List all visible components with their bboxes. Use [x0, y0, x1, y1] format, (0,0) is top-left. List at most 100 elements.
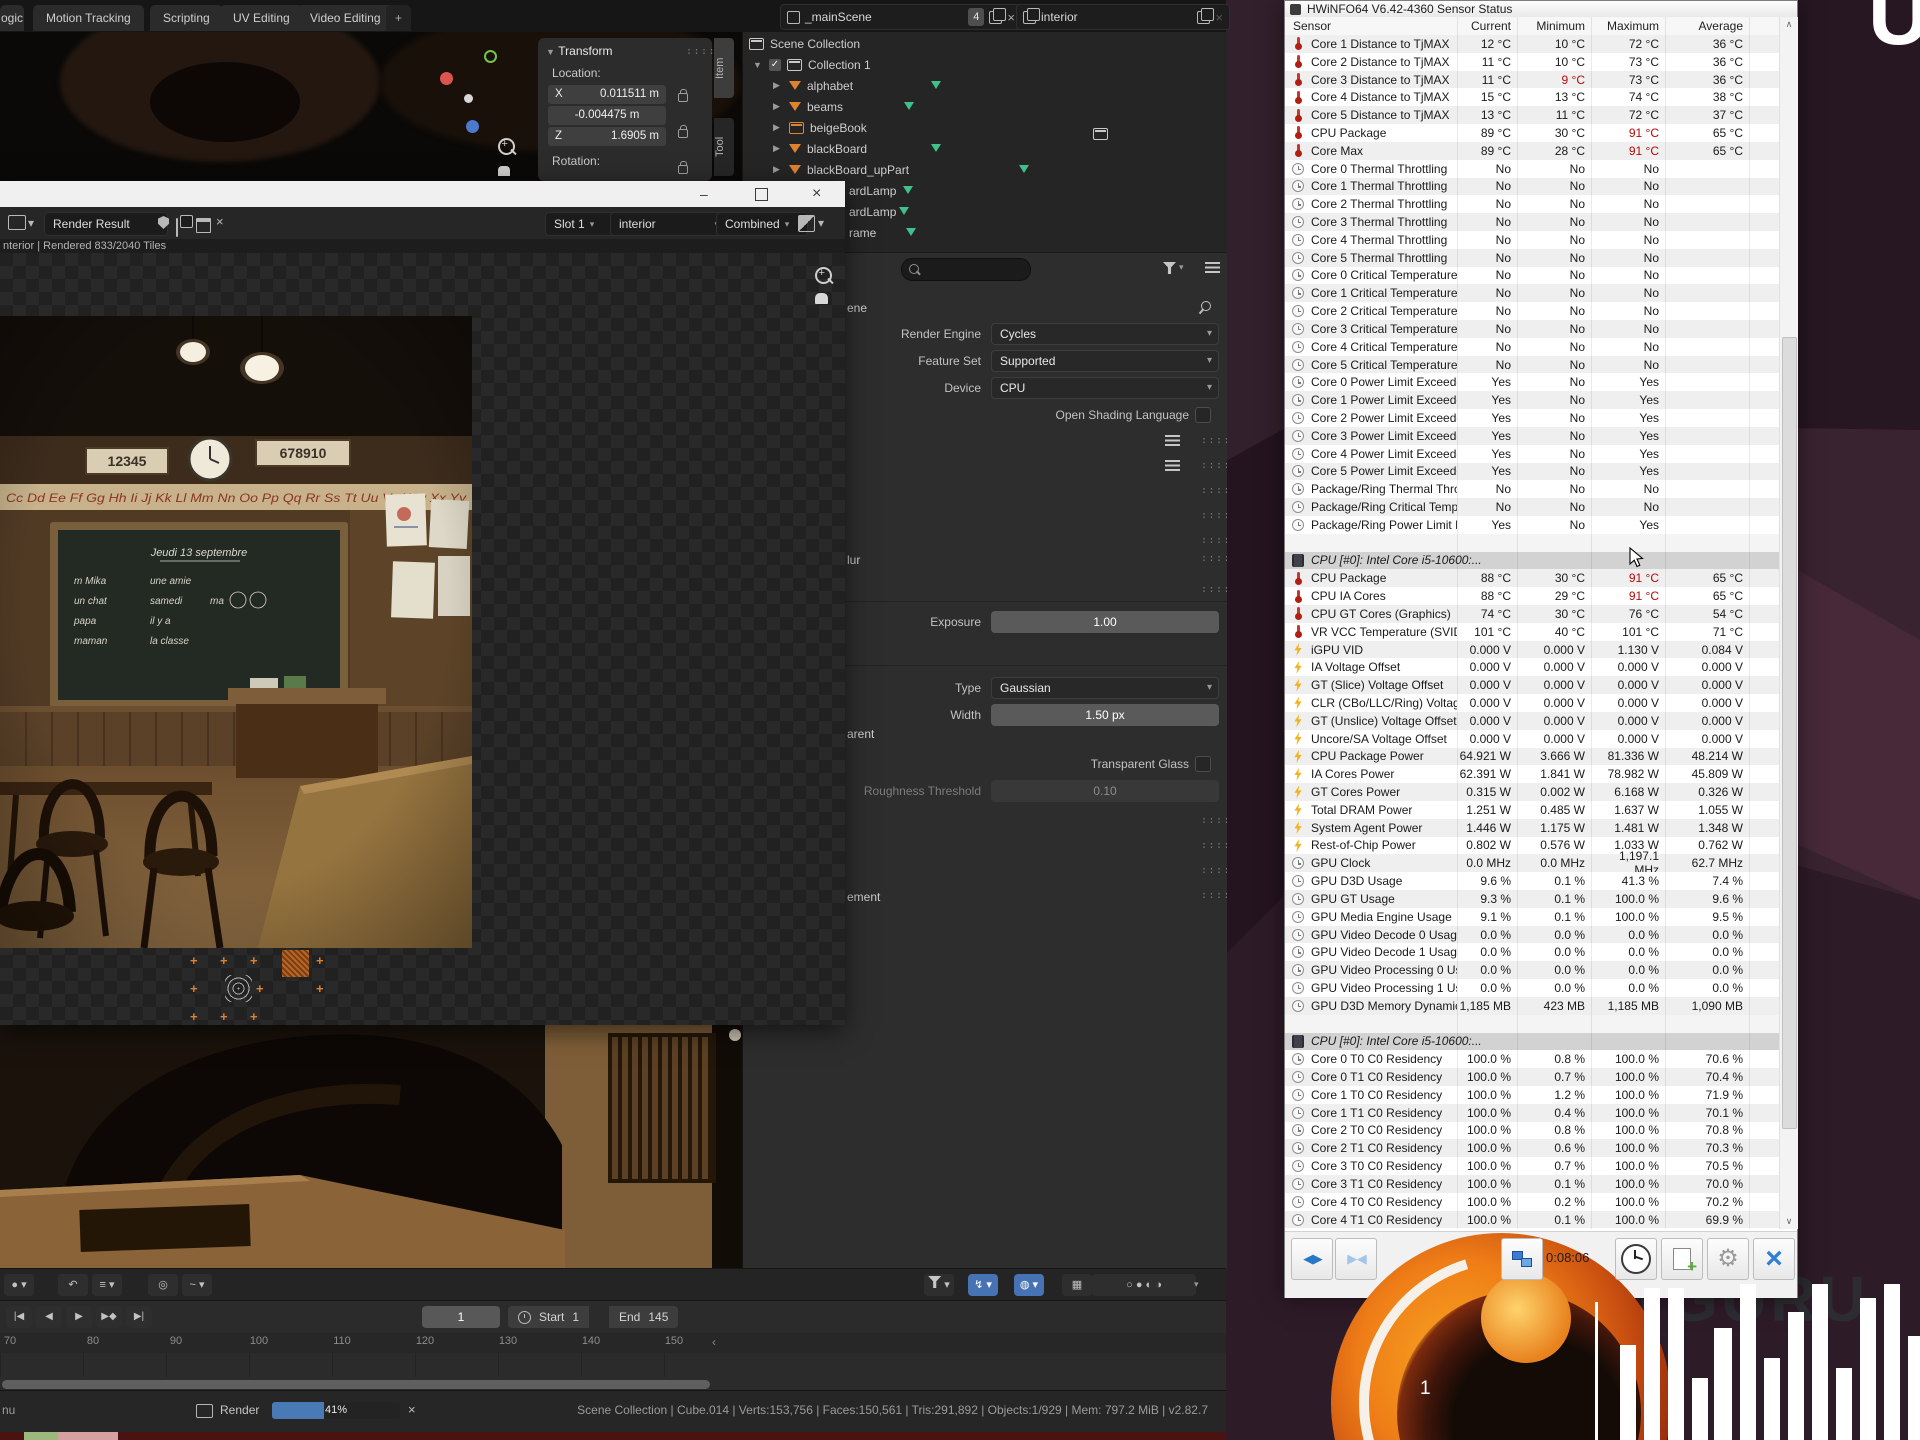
- outliner-row-blackboard-uppart[interactable]: ▶blackBoard_upPart: [743, 159, 1227, 180]
- sensor-row[interactable]: Core 4 Distance to TjMAX15 °C13 °C74 °C3…: [1285, 88, 1779, 106]
- sensor-row[interactable]: Core 4 Critical TemperatureNoNoNo: [1285, 338, 1779, 356]
- close-button[interactable]: ×: [812, 185, 821, 203]
- sensor-row[interactable]: GPU Video Processing 1 Usage0.0 %0.0 %0.…: [1285, 979, 1779, 997]
- sensor-row[interactable]: System Agent Power1.446 W1.175 W1.481 W1…: [1285, 819, 1779, 837]
- panel-grip-icon[interactable]: ::::: [1201, 435, 1227, 446]
- col-minimum[interactable]: Minimum: [1517, 19, 1591, 33]
- pin-icon[interactable]: [1199, 299, 1213, 313]
- playback-play[interactable]: ▶: [66, 1306, 92, 1328]
- add-workspace-button[interactable]: +: [386, 5, 411, 31]
- sensor-row[interactable]: Core 1 Thermal ThrottlingNoNoNo: [1285, 178, 1779, 196]
- unlink-scene-icon[interactable]: ×: [1007, 10, 1015, 25]
- sensor-row[interactable]: Core 5 Power Limit ExceededYesNoYes: [1285, 463, 1779, 481]
- sensor-row[interactable]: GPU Video Decode 0 Usage0.0 %0.0 %0.0 %0…: [1285, 926, 1779, 944]
- sensor-row[interactable]: GPU D3D Usage9.6 %0.1 %41.3 %7.4 %: [1285, 872, 1779, 890]
- render-pass-dropdown[interactable]: Combined▾: [716, 212, 808, 236]
- sensor-row[interactable]: GT (Slice) Voltage Offset0.000 V0.000 V0…: [1285, 676, 1779, 694]
- shading-dropdown-icon[interactable]: ▾: [1194, 1279, 1199, 1290]
- playback-jump-start[interactable]: |◀: [6, 1306, 32, 1328]
- col-sensor[interactable]: Sensor: [1285, 19, 1457, 33]
- panel-grip-icon[interactable]: ::::: [686, 46, 716, 57]
- viewport-pan-hand-icon[interactable]: [498, 166, 510, 176]
- new-scene-icon[interactable]: [989, 11, 1002, 24]
- sensor-row[interactable]: GPU D3D Memory Dynamic1,185 MB423 MB1,18…: [1285, 997, 1779, 1015]
- sensor-row[interactable]: Core 0 T0 C0 Residency100.0 %0.8 %100.0 …: [1285, 1050, 1779, 1068]
- sensor-row[interactable]: Uncore/SA Voltage Offset0.000 V0.000 V0.…: [1285, 730, 1779, 748]
- properties-options-icon[interactable]: [1205, 262, 1220, 273]
- remove-layer-icon[interactable]: ×: [1215, 10, 1223, 25]
- maximize-button[interactable]: [755, 188, 768, 201]
- panel-grip-icon[interactable]: ::::: [1201, 840, 1227, 851]
- feature-set-dropdown[interactable]: Supported▾: [991, 350, 1219, 372]
- sensor-row[interactable]: Core 1 T0 C0 Residency100.0 %1.2 %100.0 …: [1285, 1086, 1779, 1104]
- visibility-checkbox[interactable]: ✓: [769, 59, 781, 71]
- osl-checkbox[interactable]: [1195, 407, 1211, 423]
- sensor-row[interactable]: Core 3 Distance to TjMAX11 °C9 °C73 °C36…: [1285, 71, 1779, 89]
- outliner-row-beams[interactable]: ▶beams: [743, 96, 1227, 117]
- sensor-row[interactable]: Core 2 T0 C0 Residency100.0 %0.8 %100.0 …: [1285, 1122, 1779, 1140]
- scene-selector[interactable]: _mainScene 4 ×: [780, 4, 1022, 30]
- roughness-threshold-slider[interactable]: 0.10: [991, 780, 1219, 802]
- end-frame-field[interactable]: End145: [608, 1306, 678, 1328]
- sensor-row[interactable]: Core 1 T1 C0 Residency100.0 %0.4 %100.0 …: [1285, 1104, 1779, 1122]
- sensor-row[interactable]: Core 2 Power Limit ExceededYesNoYes: [1285, 409, 1779, 427]
- sensor-row[interactable]: IA Cores Power62.391 W1.841 W78.982 W45.…: [1285, 765, 1779, 783]
- playback-jump-end[interactable]: ▶|: [126, 1306, 152, 1328]
- overlays-toggle[interactable]: ◍ ▾: [1014, 1274, 1044, 1296]
- panel-grip-icon[interactable]: ::::: [1201, 535, 1227, 546]
- panel-grip-icon[interactable]: ::::: [1201, 460, 1227, 471]
- gizmo-y-axis[interactable]: [466, 120, 479, 133]
- open-folder-icon[interactable]: [196, 218, 211, 233]
- filter-dropdown[interactable]: ▾: [924, 1274, 954, 1296]
- clock-button[interactable]: [1615, 1238, 1657, 1280]
- sensor-row[interactable]: CLR (CBo/LLC/Ring) Voltage Of...0.000 V0…: [1285, 694, 1779, 712]
- sensor-row[interactable]: Core 2 T1 C0 Residency100.0 %0.6 %100.0 …: [1285, 1139, 1779, 1157]
- sensor-row[interactable]: Core 3 Power Limit ExceededYesNoYes: [1285, 427, 1779, 445]
- transparent-glass-checkbox[interactable]: [1195, 756, 1211, 772]
- playback-prev[interactable]: ◀: [36, 1306, 62, 1328]
- location-x-field[interactable]: X0.011511 m: [548, 85, 666, 104]
- sidebar-tab-tool[interactable]: Tool: [714, 118, 734, 176]
- panel-grip-icon[interactable]: ::::: [1201, 890, 1227, 901]
- pixel-filter-width-slider[interactable]: 1.50 px: [991, 704, 1219, 726]
- panel-grip-icon[interactable]: ::::: [1201, 865, 1227, 876]
- sensor-row[interactable]: Core 0 Power Limit ExceededYesNoYes: [1285, 373, 1779, 391]
- start-frame-field[interactable]: Start1: [508, 1306, 589, 1328]
- location-y-field[interactable]: -0.004475 m: [548, 106, 666, 125]
- sensor-row[interactable]: Core 4 Power Limit ExceededYesNoYes: [1285, 445, 1779, 463]
- current-frame-field[interactable]: 1: [422, 1306, 500, 1328]
- sensor-row[interactable]: Core 0 T1 C0 Residency100.0 %0.7 %100.0 …: [1285, 1068, 1779, 1086]
- gizmo-z-axis[interactable]: [484, 50, 497, 63]
- sensor-row[interactable]: Package/Ring Thermal ThrottlingNoNoNo: [1285, 480, 1779, 498]
- workspace-tab-motion-tracking[interactable]: Motion Tracking: [33, 5, 144, 31]
- sensor-row[interactable]: Core 3 T1 C0 Residency100.0 %0.1 %100.0 …: [1285, 1175, 1779, 1193]
- sensor-row[interactable]: Core 0 Thermal ThrottlingNoNoNo: [1285, 160, 1779, 178]
- panel-grip-icon[interactable]: ::::: [1201, 553, 1227, 564]
- expander-icon[interactable]: ▶: [773, 122, 783, 133]
- sensor-table-header[interactable]: Sensor Current Minimum Maximum Average: [1285, 17, 1779, 36]
- playback-next-keyframe[interactable]: ▶◆: [96, 1306, 122, 1328]
- image-pan-hand-icon[interactable]: [815, 293, 828, 304]
- sensor-row[interactable]: GPU Clock0.0 MHz0.0 MHz1,197.1 MHz62.7 M…: [1285, 854, 1779, 872]
- sensor-row[interactable]: Core 5 Critical TemperatureNoNoNo: [1285, 356, 1779, 374]
- device-dropdown[interactable]: CPU▾: [991, 377, 1219, 399]
- properties-filter-button[interactable]: ▾: [1163, 262, 1184, 274]
- render-layer-dropdown[interactable]: interior▾: [610, 212, 728, 236]
- sensor-group-header[interactable]: CPU [#0]: Intel Core i5-10600:...: [1285, 552, 1779, 570]
- sensor-row[interactable]: Core 2 Critical TemperatureNoNoNo: [1285, 302, 1779, 320]
- outliner-row-collection-1[interactable]: ▼✓Collection 1: [743, 54, 1227, 75]
- sensor-row[interactable]: Core 5 Distance to TjMAX13 °C11 °C72 °C3…: [1285, 106, 1779, 124]
- collapsed-panel-icon[interactable]: [1165, 460, 1180, 471]
- sensor-row[interactable]: Core Max89 °C28 °C91 °C65 °C: [1285, 142, 1779, 160]
- outliner-row-blackboard[interactable]: ▶blackBoard: [743, 138, 1227, 159]
- sensor-row[interactable]: Package/Ring Power Limit Exce...YesNoYes: [1285, 516, 1779, 534]
- sensor-row[interactable]: Core 2 Distance to TjMAX11 °C10 °C73 °C3…: [1285, 53, 1779, 71]
- col-maximum[interactable]: Maximum: [1591, 19, 1665, 33]
- image-name-field[interactable]: Render Result: [44, 212, 168, 236]
- sensor-row[interactable]: Core 2 Thermal ThrottlingNoNoNo: [1285, 195, 1779, 213]
- expander-icon[interactable]: ▶: [773, 164, 783, 175]
- collapsed-panel-icon[interactable]: [1165, 435, 1180, 446]
- expander-icon[interactable]: ▼: [753, 60, 763, 70]
- sensor-row[interactable]: IA Voltage Offset0.000 V0.000 V0.000 V0.…: [1285, 658, 1779, 676]
- sensor-row[interactable]: Core 3 T0 C0 Residency100.0 %0.7 %100.0 …: [1285, 1157, 1779, 1175]
